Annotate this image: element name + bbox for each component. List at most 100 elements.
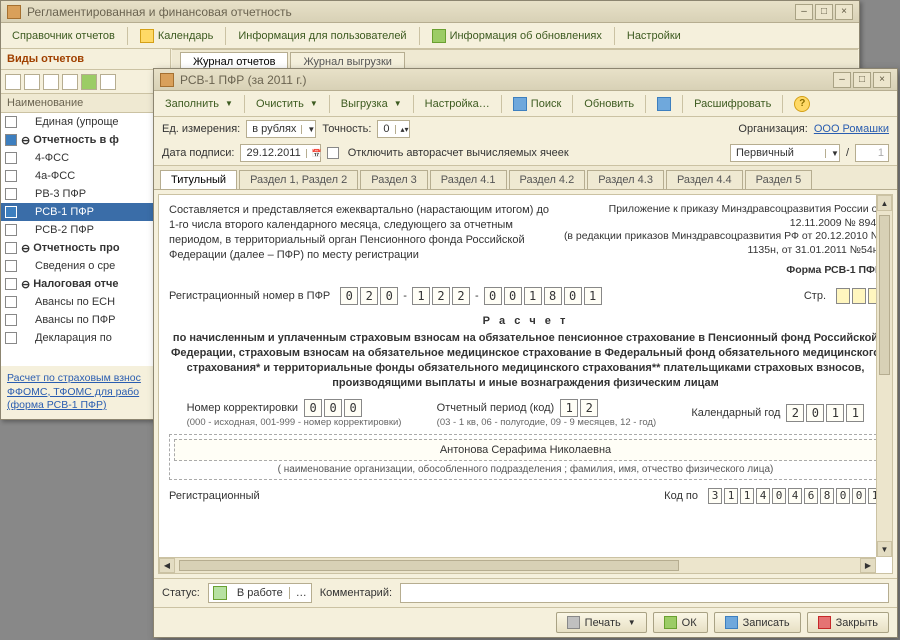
auto-off-checkbox[interactable] — [327, 147, 339, 159]
settings-button[interactable]: Настройки — [620, 26, 688, 46]
parent-minimize-button[interactable]: – — [795, 4, 813, 20]
kind-combo[interactable]: Первичный▼ — [730, 144, 840, 162]
tree-checkbox[interactable] — [5, 152, 17, 164]
tool-refresh-icon[interactable] — [81, 74, 97, 90]
tree-row[interactable]: ⊖Отчетность про — [1, 239, 170, 257]
section-tabs: ТитульныйРаздел 1, Раздел 2Раздел 3Разде… — [154, 166, 897, 190]
tool-icon-2[interactable] — [24, 74, 40, 90]
fio-field[interactable]: Антонова Серафима Николаевна — [174, 439, 877, 461]
section-tab[interactable]: Раздел 5 — [745, 170, 813, 189]
child-minimize-button[interactable]: – — [833, 72, 851, 88]
decrypt-button[interactable]: Расшифровать — [687, 94, 778, 114]
save-button[interactable]: Записать — [714, 612, 801, 633]
update-info-button[interactable]: Информация об обновлениях — [425, 25, 609, 47]
horizontal-scrollbar[interactable]: ◀▶ — [159, 557, 876, 573]
user-info-button[interactable]: Информация для пользователей — [231, 26, 413, 46]
parent-close-button[interactable]: × — [835, 4, 853, 20]
ok-button[interactable]: ОК — [653, 612, 708, 633]
child-app-icon — [160, 73, 174, 87]
tree-row[interactable]: Авансы по ПФР — [1, 311, 170, 329]
tree-row[interactable]: ⊖Налоговая отче — [1, 275, 170, 293]
status-picker-button: … — [289, 587, 311, 599]
auto-off-label: Отключить авторасчет вычисляемых ячеек — [348, 147, 569, 159]
tree-checkbox[interactable] — [5, 224, 17, 236]
precision-label: Точность: — [322, 123, 371, 135]
tree-label: Авансы по ПФР — [35, 314, 115, 326]
comment-field[interactable] — [400, 583, 889, 603]
section-tab[interactable]: Раздел 1, Раздел 2 — [239, 170, 358, 189]
tree-checkbox[interactable] — [5, 188, 17, 200]
section-tab[interactable]: Раздел 4.2 — [509, 170, 586, 189]
report-description-link[interactable]: Расчет по страховым взносФФОМС, ТФОМС дл… — [1, 366, 170, 419]
org-link[interactable]: ООО Ромашки — [814, 123, 889, 135]
config-button[interactable]: Настройка… — [418, 94, 497, 114]
tree-checkbox[interactable] — [5, 260, 17, 272]
close-button[interactable]: Закрыть — [807, 612, 889, 633]
parent-maximize-button[interactable]: □ — [815, 4, 833, 20]
child-toolbar: Заполнить▼ Очистить▼ Выгрузка▼ Настройка… — [154, 91, 897, 117]
tree-checkbox[interactable] — [5, 278, 17, 290]
tree-checkbox[interactable] — [5, 206, 17, 218]
tree-checkbox[interactable] — [5, 296, 17, 308]
tree-checkbox[interactable] — [5, 170, 17, 182]
tree-row[interactable]: РВ-3 ПФР — [1, 185, 170, 203]
tree-row[interactable]: Авансы по ЕСН — [1, 293, 170, 311]
tree-checkbox[interactable] — [5, 332, 17, 344]
seq-number-field[interactable]: 1 — [855, 144, 889, 162]
correction-boxes[interactable]: 000 — [304, 399, 362, 417]
precision-spinner[interactable]: 0▴▾ — [377, 120, 409, 138]
tree-label: Авансы по ЕСН — [35, 296, 115, 308]
tree-checkbox[interactable] — [5, 116, 17, 128]
correction-hint: (000 - исходная, 001-999 - номер коррект… — [187, 417, 402, 428]
tree-checkbox[interactable] — [5, 242, 17, 254]
code-boxes[interactable]: 31140468001 — [708, 488, 882, 504]
left-panel-tools — [1, 70, 170, 94]
calendar-button[interactable]: Календарь — [133, 25, 221, 47]
tree-row[interactable]: ⊖Отчетность в ф — [1, 131, 170, 149]
search-button[interactable]: Поиск — [506, 93, 568, 115]
left-panel: Виды отчетов Наименование Единая (упроще… — [1, 49, 171, 419]
child-window: РСВ-1 ПФР (за 2011 г.) – □ × Заполнить▼ … — [153, 68, 898, 638]
tool-icon-6[interactable] — [100, 74, 116, 90]
refresh-button[interactable]: Обновить — [577, 94, 641, 114]
tree-row[interactable]: РСВ-2 ПФР — [1, 221, 170, 239]
year-boxes[interactable]: 2011 — [786, 404, 864, 422]
print-button[interactable]: Печать▼ — [556, 612, 647, 633]
tool-icon-4[interactable] — [62, 74, 78, 90]
help-button[interactable]: ? — [787, 92, 817, 116]
reg2-label: Регистрационный — [169, 490, 260, 502]
doc-main-text: по начисленным и уплаченным страховым вз… — [169, 331, 882, 390]
unit-combo[interactable]: в рублях▼ — [246, 120, 316, 138]
section-tab[interactable]: Раздел 4.3 — [587, 170, 664, 189]
fill-button[interactable]: Заполнить▼ — [158, 94, 240, 114]
vertical-scrollbar[interactable]: ▲▼ — [876, 195, 892, 557]
clear-button[interactable]: Очистить▼ — [249, 94, 325, 114]
section-tab[interactable]: Раздел 3 — [360, 170, 428, 189]
section-tab[interactable]: Раздел 4.4 — [666, 170, 743, 189]
report-tree[interactable]: Единая (упроще⊖Отчетность в ф4-ФСС4а-ФСС… — [1, 113, 170, 366]
expand-button[interactable] — [650, 93, 678, 115]
period-boxes[interactable]: 12 — [560, 399, 598, 417]
date-label: Дата подписи: — [162, 147, 234, 159]
export-button[interactable]: Выгрузка▼ — [334, 94, 409, 114]
section-tab[interactable]: Титульный — [160, 170, 237, 189]
reg-number-boxes[interactable]: 020-122-001801 — [340, 287, 601, 305]
tree-checkbox[interactable] — [5, 314, 17, 326]
tree-row[interactable]: 4-ФСС — [1, 149, 170, 167]
date-field[interactable]: 29.12.2011📅 — [240, 144, 320, 162]
tree-row[interactable]: РСВ-1 ПФР — [1, 203, 170, 221]
tool-icon-1[interactable] — [5, 74, 21, 90]
tree-checkbox[interactable] — [5, 134, 17, 146]
tool-icon-3[interactable] — [43, 74, 59, 90]
tree-row[interactable]: Единая (упроще — [1, 113, 170, 131]
tree-row[interactable]: 4а-ФСС — [1, 167, 170, 185]
search-icon — [513, 97, 527, 111]
period-hint: (03 - 1 кв, 06 - полугодие, 09 - 9 месяц… — [437, 417, 656, 428]
tree-row[interactable]: Декларация по — [1, 329, 170, 347]
status-field[interactable]: В работе … — [208, 583, 312, 603]
child-maximize-button[interactable]: □ — [853, 72, 871, 88]
tree-row[interactable]: Сведения о сре — [1, 257, 170, 275]
section-tab[interactable]: Раздел 4.1 — [430, 170, 507, 189]
reference-button[interactable]: Справочник отчетов — [5, 26, 122, 46]
child-close-button[interactable]: × — [873, 72, 891, 88]
